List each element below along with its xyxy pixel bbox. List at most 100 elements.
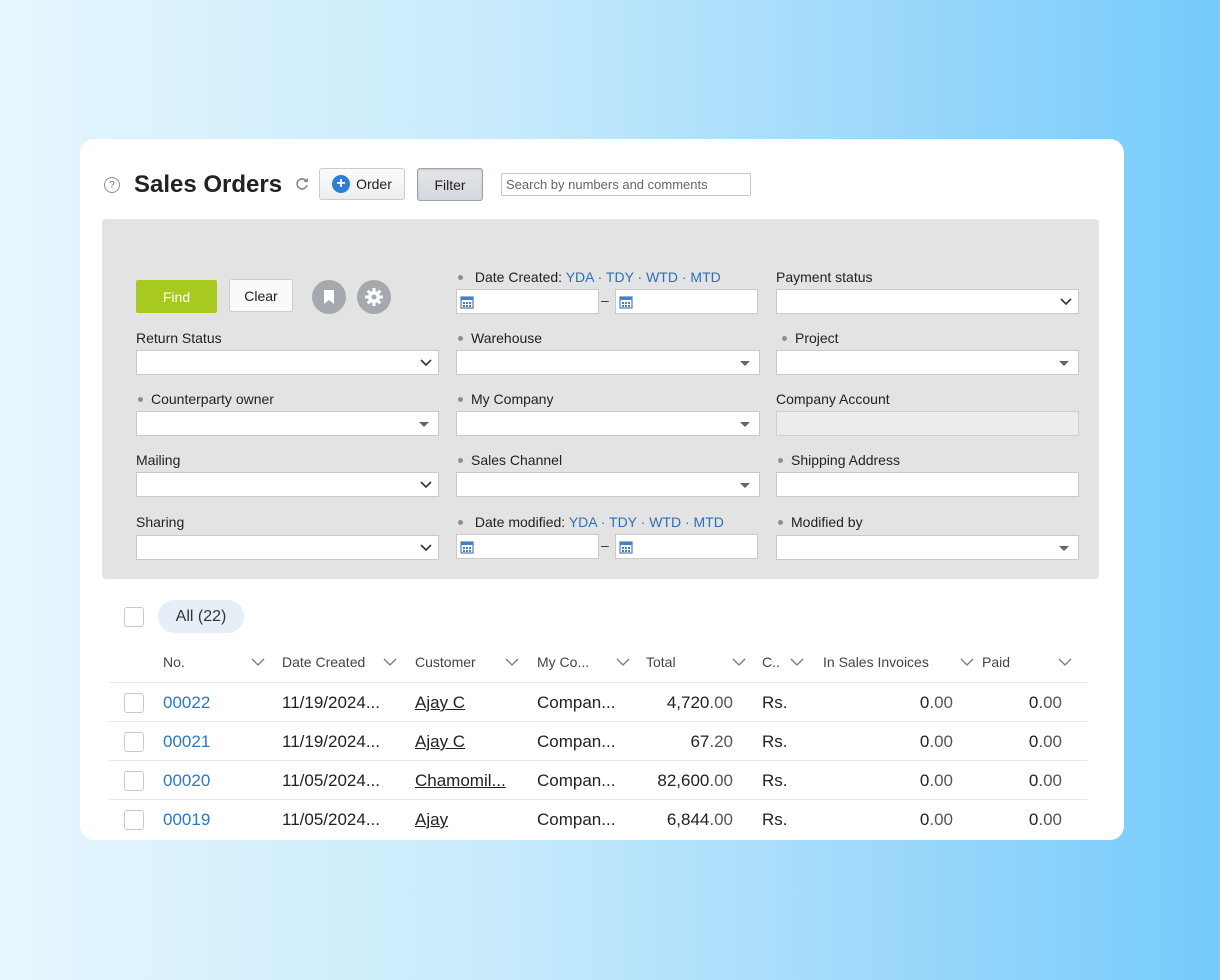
column-label: C.. [762, 654, 780, 670]
bookmark-button[interactable] [312, 280, 346, 314]
column-header-my-company[interactable]: My Co... [537, 650, 630, 674]
column-header-currency[interactable]: C.. [762, 650, 804, 674]
company-account-field [776, 411, 1079, 436]
shipping-address-label: Shipping Address [772, 452, 900, 468]
chevron-down-icon [383, 658, 397, 666]
column-header-in-sales-invoices[interactable]: In Sales Invoices [823, 650, 974, 674]
calendar-icon[interactable] [460, 295, 474, 309]
sales-channel-label: Sales Channel [452, 452, 562, 468]
total-int: 67 [690, 732, 710, 751]
customer-link[interactable]: Ajay [415, 810, 448, 830]
row-checkbox[interactable] [124, 693, 144, 713]
paid-cell: 0.00 [982, 771, 1062, 791]
date-modified-label-text: Date modified: [474, 514, 566, 530]
column-header-customer[interactable]: Customer [415, 650, 519, 674]
row-checkbox[interactable] [124, 810, 144, 830]
customer-link[interactable]: Chamomil... [415, 771, 506, 791]
chevron-down-icon [1060, 298, 1072, 306]
in-sales-invoices-cell: 0.00 [853, 810, 953, 830]
calendar-icon[interactable] [619, 540, 633, 554]
column-header-no[interactable]: No. [163, 650, 265, 674]
column-label: My Co... [537, 654, 590, 670]
dropdown-arrow-icon [740, 483, 750, 488]
help-icon[interactable]: ? [104, 177, 120, 193]
invoices-int: 0 [919, 732, 930, 751]
filter-button[interactable]: Filter [417, 168, 483, 201]
refresh-icon[interactable] [294, 176, 310, 192]
my-company-select[interactable] [456, 411, 760, 436]
new-order-label: Order [356, 176, 392, 192]
paid-dec: .00 [1038, 732, 1062, 751]
date-modified-quick-links[interactable]: YDA · TDY · WTD · MTD [569, 514, 724, 530]
in-sales-invoices-cell: 0.00 [853, 732, 953, 752]
select-all-checkbox[interactable] [124, 607, 144, 627]
date-created-cell: 11/19/2024... [282, 732, 380, 751]
order-number-link[interactable]: 00021 [163, 732, 210, 752]
modified-by-select[interactable] [776, 535, 1079, 560]
sales-channel-select[interactable] [456, 472, 760, 497]
column-label: In Sales Invoices [823, 654, 929, 670]
table-row[interactable]: 00021 11/19/2024... Ajay C Compan... 67.… [109, 721, 1087, 760]
date-created-quick-links[interactable]: YDA · TDY · WTD · MTD [566, 269, 721, 285]
settings-button[interactable] [357, 280, 391, 314]
invoices-int: 0 [919, 771, 930, 790]
column-header-paid[interactable]: Paid [982, 650, 1072, 674]
warehouse-select[interactable] [456, 350, 760, 375]
date-created-label: Date Created: YDA · TDY · WTD · MTD [452, 269, 721, 285]
dropdown-arrow-icon [1059, 546, 1069, 551]
customer-link[interactable]: Ajay C [415, 732, 465, 752]
chevron-down-icon [790, 658, 804, 666]
return-status-select[interactable] [136, 350, 439, 375]
sharing-select[interactable] [136, 535, 439, 560]
new-order-button[interactable]: + Order [319, 168, 405, 200]
project-select[interactable] [776, 350, 1079, 375]
column-header-date-created[interactable]: Date Created [282, 650, 397, 674]
shipping-address-input[interactable] [776, 472, 1079, 497]
date-modified-from[interactable] [456, 534, 599, 559]
column-header-total[interactable]: Total [646, 650, 746, 674]
sharing-label: Sharing [136, 514, 185, 530]
date-created-to[interactable] [615, 289, 758, 314]
date-created-from[interactable] [456, 289, 599, 314]
search-input[interactable] [501, 173, 751, 196]
invoices-dec: .00 [929, 732, 953, 751]
column-label: Total [646, 654, 676, 670]
all-filter-chip[interactable]: All (22) [158, 600, 244, 633]
total-cell: 6,844.00 [639, 810, 733, 830]
table-row[interactable]: 00020 11/05/2024... Chamomil... Compan..… [109, 760, 1087, 799]
paid-int: 0 [1028, 771, 1039, 790]
calendar-icon[interactable] [460, 540, 474, 554]
find-button[interactable]: Find [136, 280, 217, 313]
orders-table: All (22) No. Date Created Customer My Co… [109, 588, 1087, 840]
table-row[interactable]: 00019 11/05/2024... Ajay Compan... 6,844… [109, 799, 1087, 838]
customer-link[interactable]: Ajay C [415, 693, 465, 713]
clear-button[interactable]: Clear [229, 279, 293, 312]
counterparty-owner-select[interactable] [136, 411, 439, 436]
dropdown-arrow-icon [419, 422, 429, 427]
my-company-label: My Company [452, 391, 553, 407]
row-checkbox[interactable] [124, 771, 144, 791]
row-checkbox[interactable] [124, 732, 144, 752]
order-number-link[interactable]: 00022 [163, 693, 210, 713]
chevron-down-icon [420, 544, 432, 552]
date-created-range-dash: – [601, 292, 609, 308]
total-int: 6,844 [666, 810, 710, 829]
currency-cell: Rs. [762, 693, 788, 712]
gear-icon [365, 288, 383, 306]
order-number-link[interactable]: 00020 [163, 771, 210, 791]
invoices-dec: .00 [929, 693, 953, 712]
date-modified-to[interactable] [615, 534, 758, 559]
total-dec: .00 [709, 810, 733, 829]
chevron-down-icon [960, 658, 974, 666]
dropdown-arrow-icon [740, 422, 750, 427]
total-cell: 4,720.00 [639, 693, 733, 713]
chevron-down-icon [1058, 658, 1072, 666]
order-number-link[interactable]: 00019 [163, 810, 210, 830]
mailing-select[interactable] [136, 472, 439, 497]
table-row[interactable]: 00022 11/19/2024... Ajay C Compan... 4,7… [109, 682, 1087, 721]
return-status-label: Return Status [136, 330, 222, 346]
plus-circle-icon: + [332, 175, 351, 193]
filter-panel: Find Clear Date Created: YDA · TDY · WTD… [102, 219, 1099, 579]
calendar-icon[interactable] [619, 295, 633, 309]
payment-status-select[interactable] [776, 289, 1079, 314]
